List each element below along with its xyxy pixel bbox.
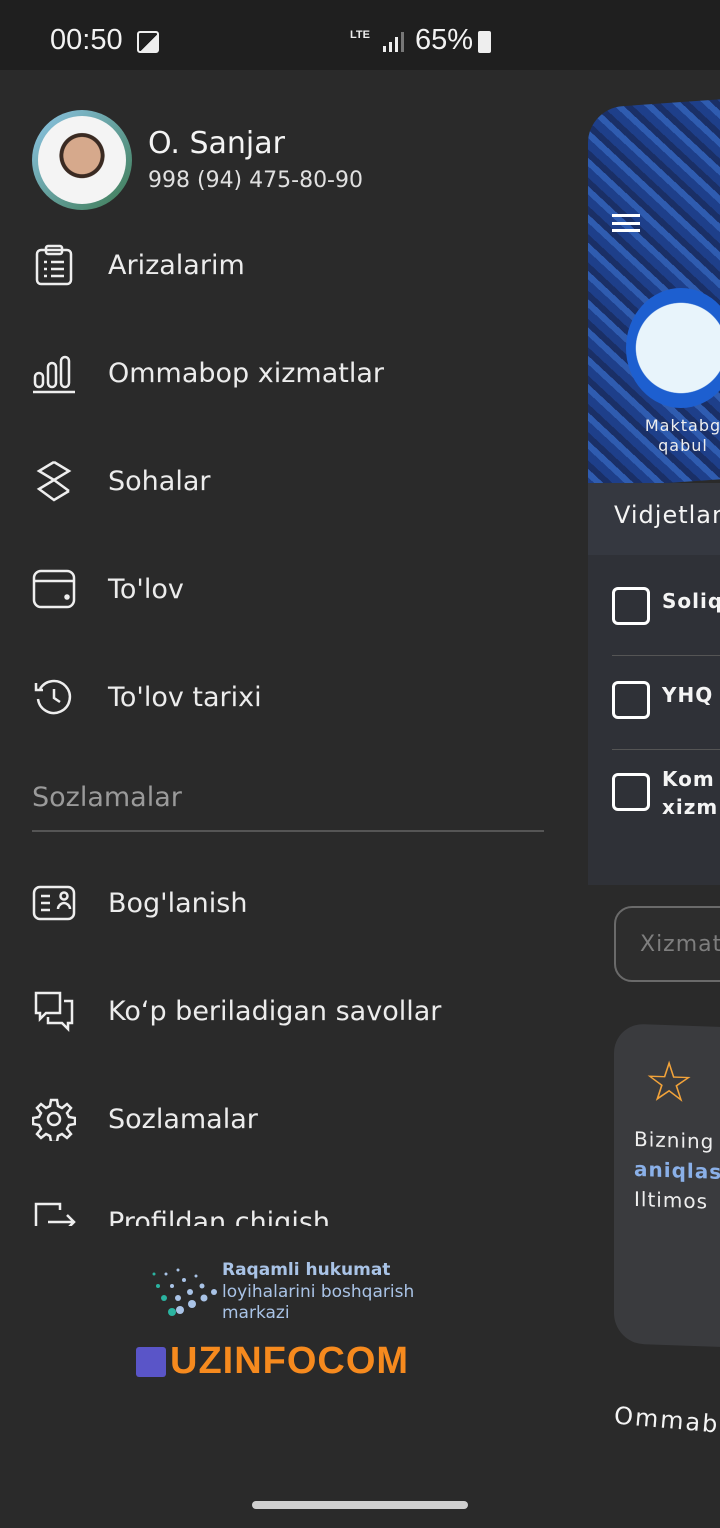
popular-title: Ommab <box>612 1401 720 1439</box>
contact-icon <box>32 885 76 921</box>
org-title: Raqamli hukumat <box>222 1260 391 1280</box>
menu-label: To'lov <box>108 573 184 605</box>
menu-label: To'lov tarixi <box>108 681 262 713</box>
gesture-nav-bar[interactable] <box>252 1501 468 1509</box>
tax-document-icon <box>612 587 650 625</box>
house-icon <box>612 773 650 811</box>
clipboard-list-icon <box>35 244 73 286</box>
battery-icon <box>478 31 491 53</box>
menu-item-tolov-tarixi[interactable]: To'lov tarixi <box>0 667 578 727</box>
widget-soliq[interactable]: Soliq <box>612 577 720 637</box>
gear-icon <box>32 1098 76 1141</box>
menu-label: Profildan chiqish <box>108 1206 330 1227</box>
widgets-header: Vidjetlar <box>588 483 720 555</box>
card-text: Bizning aniqlas Iltimos <box>634 1124 720 1217</box>
menu-label: Ommabop xizmatlar <box>108 357 385 389</box>
hamburger-menu-icon[interactable] <box>612 214 640 232</box>
menu-item-faq[interactable]: Ko‘p beriladigan savollar <box>0 981 578 1041</box>
categories-icon <box>36 460 72 502</box>
profile-name: O. Sanjar <box>148 126 285 161</box>
bar-chart-icon <box>33 355 75 394</box>
image-notification-icon <box>137 31 159 53</box>
widget-label: Kom xizm <box>662 767 719 819</box>
profile-phone: 998 (94) 475-80-90 <box>148 168 363 193</box>
widgets-list: Soliq YHQ Kom xizm <box>588 555 720 885</box>
divider <box>612 655 720 656</box>
uzinfocom-logo: UZINFOCOM <box>136 1340 409 1383</box>
brand-name: UZINFOCOM <box>170 1340 410 1382</box>
home-screen-background: Maktabg qabul Vidjetlar Soliq YHQ Kom xi… <box>588 88 720 1528</box>
status-bar: 00:50 LTE 65% <box>0 0 720 70</box>
menu-label: Ko‘p beriladigan savollar <box>108 995 442 1027</box>
clock: 00:50 <box>50 24 123 56</box>
lte-icon: LTE <box>350 29 370 41</box>
menu-item-sohalar[interactable]: Sohalar <box>0 451 578 511</box>
search-placeholder: Xizmat <box>640 932 720 957</box>
widget-kom[interactable]: Kom xizm <box>612 763 720 823</box>
card-line: aniqlas <box>634 1156 720 1184</box>
rating-card: ☆ Bizning aniqlas Iltimos <box>614 1023 720 1349</box>
menu-item-boglanish[interactable]: Bog'lanish <box>0 873 578 933</box>
history-icon <box>34 679 72 715</box>
org-subtitle: loyihalarini boshqarish markazi <box>222 1282 415 1323</box>
menu-label: Sozlamalar <box>108 1103 258 1135</box>
widget-label: YHQ <box>662 683 714 707</box>
settings-section-title: Sozlamalar <box>32 782 182 813</box>
menu-item-arizalarim[interactable]: Arizalarim <box>0 235 578 295</box>
scroll-clip: Profildan chiqish <box>0 1200 578 1226</box>
menu-item-sozlamalar[interactable]: Sozlamalar <box>0 1089 578 1149</box>
service-label[interactable]: Maktabg qabul <box>638 416 720 456</box>
menu-label: Sohalar <box>108 465 211 497</box>
menu-item-tolov[interactable]: To'lov <box>0 559 578 619</box>
logout-icon <box>34 1202 76 1226</box>
signal-icon <box>383 32 404 52</box>
card-line: Bizning <box>634 1126 715 1154</box>
divider <box>612 749 720 750</box>
widgets-title: Vidjetlar <box>614 501 720 529</box>
car-icon <box>612 681 650 719</box>
card-line: Iltimos <box>634 1186 708 1214</box>
menu-label: Arizalarim <box>108 249 245 281</box>
battery-percent: 65% <box>415 24 474 56</box>
menu-label: Bog'lanish <box>108 887 248 919</box>
navigation-drawer: O. Sanjar 998 (94) 475-80-90 Arizalarim … <box>0 70 578 1520</box>
dots-logo-icon <box>152 1268 217 1316</box>
chat-icon <box>34 991 74 1033</box>
widget-label: Soliq <box>662 589 720 613</box>
menu-item-ommabop[interactable]: Ommabop xizmatlar <box>0 343 578 403</box>
widget-yhq[interactable]: YHQ <box>612 671 720 731</box>
uzinfocom-mark-icon <box>136 1346 166 1377</box>
avatar[interactable] <box>32 110 132 210</box>
menu-item-logout[interactable]: Profildan chiqish <box>0 1200 578 1226</box>
wallet-icon <box>32 569 76 609</box>
star-icon[interactable]: ☆ <box>644 1049 694 1116</box>
section-divider <box>32 830 544 832</box>
search-input[interactable]: Xizmat <box>614 906 720 982</box>
